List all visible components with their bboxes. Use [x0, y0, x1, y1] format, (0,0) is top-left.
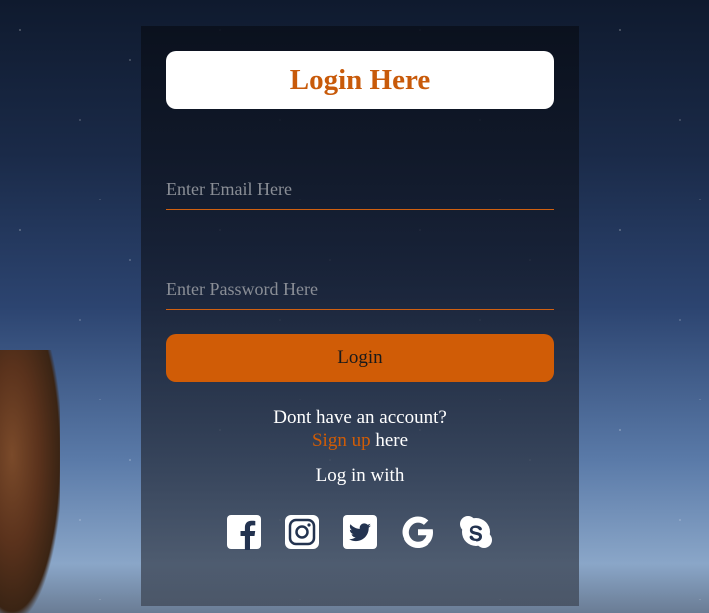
login-card: Login Here Login Dont have an account? S…	[141, 26, 579, 606]
signup-prompt: Dont have an account? Sign up here	[141, 406, 579, 452]
login-with-label: Log in with	[315, 465, 405, 486]
google-icon[interactable]	[400, 514, 436, 550]
instagram-icon[interactable]	[284, 514, 320, 550]
password-field[interactable]	[166, 269, 554, 310]
email-field[interactable]	[166, 169, 554, 210]
twitter-icon[interactable]	[342, 514, 378, 550]
no-account-text: Dont have an account?	[273, 407, 447, 428]
tree-silhouette	[0, 350, 60, 613]
signup-suffix-text: here	[370, 430, 409, 451]
facebook-icon[interactable]	[226, 514, 262, 550]
title-box: Login Here	[166, 51, 554, 109]
skype-icon[interactable]	[458, 514, 494, 550]
login-button[interactable]: Login	[166, 334, 554, 382]
social-login-bar	[141, 514, 579, 550]
page-title: Login Here	[289, 63, 431, 96]
signup-link[interactable]: Sign up	[312, 430, 371, 451]
